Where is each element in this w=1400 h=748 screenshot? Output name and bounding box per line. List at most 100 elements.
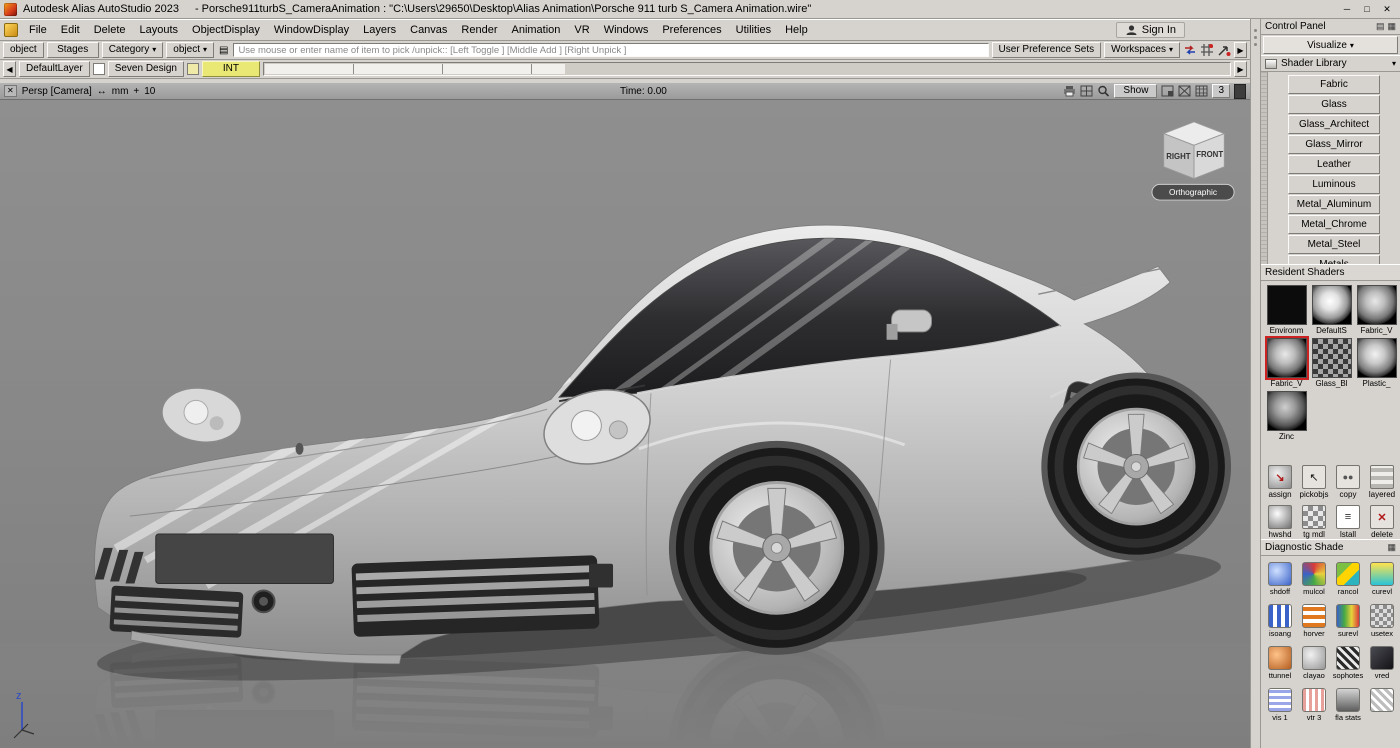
diag-extra-3[interactable]: fla stats [1331, 688, 1365, 722]
menu-item-help[interactable]: Help [778, 24, 815, 36]
menu-item-edit[interactable]: Edit [54, 24, 87, 36]
menu-item-layers[interactable]: Layers [356, 24, 403, 36]
tool-copy[interactable]: ●●copy [1331, 465, 1365, 499]
shader-thumbnail[interactable] [1267, 391, 1307, 431]
toolbar-scroll-right-icon[interactable]: ▶ [1234, 42, 1247, 58]
category-dropdown[interactable]: Category▾ [102, 42, 164, 58]
tool-delete[interactable]: ✕delete [1365, 505, 1399, 539]
extra-icon[interactable] [1370, 688, 1394, 712]
menu-item-windowdisplay[interactable]: WindowDisplay [267, 24, 356, 36]
menu-item-render[interactable]: Render [454, 24, 504, 36]
sign-in-button[interactable]: Sign In [1116, 22, 1185, 38]
tool-pickobjs[interactable]: ↖pickobjs [1297, 465, 1331, 499]
view-cube[interactable]: RIGHT FRONT Orthographic [1150, 114, 1238, 204]
shader-thumbnail[interactable] [1357, 338, 1397, 378]
tool-hwshd[interactable]: hwshd [1263, 505, 1297, 539]
shader-folder-metal-steel[interactable]: Metal_Steel [1288, 235, 1380, 254]
camera-label[interactable]: Persp [Camera] [22, 86, 92, 97]
layer-scroll-left-icon[interactable]: ◀ [3, 61, 16, 77]
diag-sophotes[interactable]: sophotes [1331, 646, 1365, 680]
pane-expand-icon[interactable] [1178, 85, 1191, 97]
delete-shader-icon[interactable]: ✕ [1370, 505, 1394, 529]
swatch-fabric-v2-selected[interactable]: Fabric_V [1264, 338, 1309, 388]
stage-checkbox[interactable] [187, 63, 199, 75]
object-button[interactable]: object [3, 42, 44, 58]
zebra-stripes-icon[interactable] [1336, 646, 1360, 670]
viewport-count-button[interactable]: 3 [1212, 84, 1230, 98]
list-all-icon[interactable]: ≡ [1336, 505, 1360, 529]
shader-folder-glass-architect[interactable]: Glass_Architect [1288, 115, 1380, 134]
menu-item-utilities[interactable]: Utilities [729, 24, 778, 36]
layer-track[interactable] [263, 62, 1231, 76]
diag-curevl[interactable]: curevl [1365, 562, 1399, 596]
workspaces-dropdown[interactable]: Workspaces▾ [1104, 42, 1180, 58]
panel-divider[interactable] [1250, 19, 1261, 748]
shader-folder-metals[interactable]: Metals [1288, 255, 1380, 264]
viewport-close-icon[interactable]: ✕ [4, 85, 17, 97]
layered-shader-icon[interactable] [1370, 465, 1394, 489]
minimize-button[interactable]: ─ [1338, 2, 1356, 16]
panel-toggle-block[interactable] [1234, 84, 1246, 99]
shade-off-icon[interactable] [1268, 562, 1292, 586]
shader-thumbnail[interactable] [1312, 285, 1352, 325]
layer-scroll-right-icon[interactable]: ▶ [1234, 61, 1247, 77]
shader-thumbnail[interactable] [1312, 338, 1352, 378]
vred-icon[interactable] [1370, 646, 1394, 670]
use-texture-icon[interactable] [1370, 604, 1394, 628]
menu-item-objectdisplay[interactable]: ObjectDisplay [185, 24, 267, 36]
menu-item-vr[interactable]: VR [567, 24, 596, 36]
menu-item-delete[interactable]: Delete [87, 24, 133, 36]
shader-thumbnail[interactable] [1357, 285, 1397, 325]
swatch-environment[interactable]: Environm [1264, 285, 1309, 335]
workspace-arrow-icon[interactable] [1217, 43, 1231, 57]
texture-tunnel-icon[interactable] [1268, 646, 1292, 670]
shader-folder-glass-mirror[interactable]: Glass_Mirror [1288, 135, 1380, 154]
clay-ao-icon[interactable] [1302, 646, 1326, 670]
diag-vred[interactable]: vred [1365, 646, 1399, 680]
diag-mulcol[interactable]: mulcol [1297, 562, 1331, 596]
show-menu-button[interactable]: Show [1114, 84, 1157, 98]
tool-layered[interactable]: layered [1365, 465, 1399, 499]
swatch-fabric-v1[interactable]: Fabric_V [1354, 285, 1399, 335]
diag-extra-2[interactable]: vtr 3 [1297, 688, 1331, 722]
diag-rancol[interactable]: rancol [1331, 562, 1365, 596]
swatch-zinc[interactable]: Zinc [1264, 391, 1309, 441]
menu-item-preferences[interactable]: Preferences [655, 24, 728, 36]
pane-tile-icon[interactable] [1195, 85, 1208, 97]
preference-swap-icon[interactable] [1183, 43, 1197, 57]
menu-item-file[interactable]: File [22, 24, 54, 36]
default-layer-button[interactable]: DefaultLayer [19, 61, 90, 77]
pick-objects-icon[interactable]: ↖ [1302, 465, 1326, 489]
hardware-shade-icon[interactable] [1268, 505, 1292, 529]
shader-folder-fabric[interactable]: Fabric [1288, 75, 1380, 94]
copy-shader-icon[interactable]: ●● [1336, 465, 1360, 489]
swatch-defaults[interactable]: DefaultS [1309, 285, 1354, 335]
user-preference-sets-button[interactable]: User Preference Sets [992, 42, 1102, 58]
zoom-icon[interactable] [1097, 85, 1110, 97]
menu-item-windows[interactable]: Windows [597, 24, 656, 36]
shader-thumbnail[interactable] [1267, 285, 1307, 325]
diag-surevl[interactable]: surevl [1331, 604, 1365, 638]
object-type-dropdown[interactable]: object▾ [166, 42, 214, 58]
iso-angle-icon[interactable] [1268, 604, 1292, 628]
pick-prompt-input[interactable] [233, 43, 988, 57]
printer-icon[interactable] [1063, 85, 1076, 97]
panel-menu-icon[interactable]: ▤ [1376, 21, 1385, 32]
pick-list-icon[interactable]: ▤ [217, 45, 230, 56]
pane-corner-icon[interactable] [1161, 85, 1174, 97]
diag-shdoff[interactable]: shdoff [1263, 562, 1297, 596]
tool-tgmdl[interactable]: tg mdl [1297, 505, 1331, 539]
multi-color-icon[interactable] [1302, 562, 1326, 586]
menu-item-layouts[interactable]: Layouts [133, 24, 186, 36]
swatch-plastic[interactable]: Plastic_ [1354, 338, 1399, 388]
surface-eval-icon[interactable] [1336, 604, 1360, 628]
shader-library-header[interactable]: Shader Library ▾ [1261, 55, 1400, 72]
close-button[interactable]: ✕ [1378, 2, 1396, 16]
assign-icon[interactable]: ↘ [1268, 465, 1292, 489]
fla-stats-icon[interactable] [1336, 688, 1360, 712]
curvature-eval-icon[interactable] [1370, 562, 1394, 586]
vtr-icon[interactable] [1302, 688, 1326, 712]
panel-dock-icon[interactable]: ▦ [1387, 21, 1396, 32]
design-stage-button[interactable]: Seven Design [108, 61, 184, 77]
tool-assign[interactable]: ↘assign [1263, 465, 1297, 499]
